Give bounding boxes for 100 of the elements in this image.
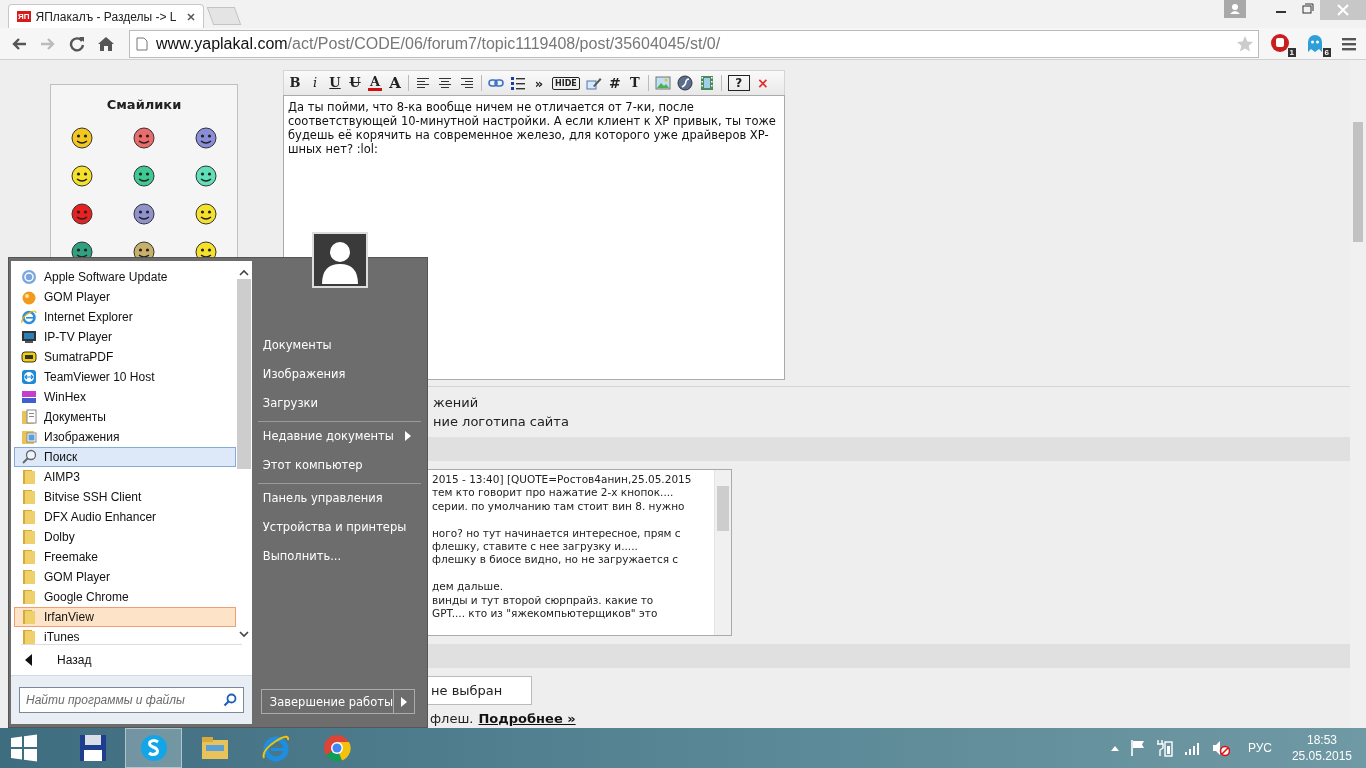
signal-icon[interactable] [1183,740,1202,756]
pdf-icon [21,349,37,365]
arrow-icon [401,696,407,707]
program-item[interactable]: IP-TV Player [14,327,236,347]
program-item[interactable]: Freemake [14,547,236,567]
upload-hint: флеш. [430,711,474,726]
address-bar[interactable]: www.yaplakal.com/act/Post/CODE/06/forum7/topic1119408/post/35604045/st/0/ [129,29,1259,58]
close-button[interactable]: × [755,75,770,91]
program-item[interactable]: TeamViewer 10 Host [14,367,236,387]
folder-icon [21,529,37,545]
image-icon[interactable] [654,75,671,91]
url-text: www.yaplakal.com/act/Post/CODE/06/forum7/topic1119408/post/35604045/st/0/ [156,34,722,53]
flash-icon[interactable] [676,75,693,91]
quote-line: тем кто говорит про нажатие 2-х кнопок.... [432,486,675,500]
smiley-icon[interactable] [70,164,94,188]
smiley-icon[interactable] [194,126,218,150]
pencil-icon[interactable] [585,75,602,91]
program-item[interactable]: Apple Software Update [14,267,236,287]
hide-button[interactable]: HIDE [552,76,580,90]
smiley-icon[interactable] [132,126,156,150]
star-icon[interactable] [1236,34,1254,53]
start-menu-link[interactable]: Недавние документы [257,421,421,450]
search-icon[interactable] [222,693,237,707]
quote-line: ного? но тут начинается интересное, прям с [432,526,682,540]
font-size-button[interactable]: A [388,75,402,91]
start-menu-link[interactable]: Загрузки [257,388,421,417]
program-item[interactable]: Изображения [14,427,236,447]
home-icon[interactable] [97,35,115,52]
scroll-thumb[interactable] [717,486,729,531]
align-right-icon[interactable] [459,75,475,91]
film-icon[interactable] [698,75,715,91]
close-icon[interactable] [187,12,195,21]
ball-icon [21,289,37,305]
reload-icon[interactable] [68,35,86,52]
program-item[interactable]: Dolby [14,527,236,547]
more-link[interactable]: Подробнее » [478,711,576,726]
chrome-logo-icon [321,733,352,763]
browser-tab[interactable]: ЯП ЯПлакалъ - Разделы -> L [8,4,204,28]
smiley-icon[interactable] [70,202,94,226]
picture-folder-icon [21,429,37,445]
quote-line: GPT.... кто из "яжекомпьютерщиков" это [432,607,659,621]
start-menu-link[interactable]: Устройства и принтеры [257,512,421,541]
windows-logo-icon[interactable] [10,734,38,762]
e-logo-icon [260,733,291,763]
search-icon [21,449,37,465]
program-item[interactable]: Google Chrome [14,587,236,607]
quote-line: флешку, ставите с нее загрузку и..... [432,540,639,554]
align-center-icon[interactable] [437,75,453,91]
program-item[interactable]: Internet Explorer [14,307,236,327]
smiley-icon[interactable] [132,202,156,226]
program-item[interactable]: Документы [14,407,236,427]
underline-button[interactable]: U [328,75,342,91]
search-field[interactable]: Найти программы и файлы [19,687,244,713]
bold-button[interactable]: B [288,75,302,91]
program-item[interactable]: GOM Player [14,567,236,587]
start-menu-link[interactable]: Этот компьютер [257,450,421,479]
start-menu-link[interactable]: Панель управления [257,483,421,512]
italic-button[interactable]: i [308,75,322,91]
user-avatar-icon[interactable] [312,232,368,288]
quote-button[interactable]: » [532,75,546,91]
program-item[interactable]: GOM Player [14,287,236,307]
show-hidden-icon[interactable] [1109,744,1120,752]
program-item[interactable]: SumatraPDF [14,347,236,367]
help-button[interactable]: ? [727,75,750,91]
quote-line: флешку в биосе видно, но не загружается с [432,553,680,567]
folder-icon [21,549,37,565]
back-arrow-icon [25,654,33,666]
text-color-button[interactable]: A [368,75,382,91]
menu-icon[interactable] [1340,35,1358,52]
folder-icon [21,569,37,585]
smiley-icon[interactable] [194,164,218,188]
tab-title: ЯПлакалъ - Разделы -> L [35,9,178,24]
font-button[interactable]: T [627,75,642,91]
program-item[interactable]: Bitvise SSH Client [14,487,236,507]
program-item[interactable]: DFX Audio Enhancer [14,507,236,527]
muted-speaker-icon[interactable] [1211,739,1230,757]
scroll-thumb[interactable] [236,279,251,469]
code-button[interactable]: # [607,75,622,91]
option-label: ние логотипа сайта [433,413,569,429]
smiley-icon[interactable] [132,164,156,188]
list-icon[interactable] [510,75,526,91]
hand-icon[interactable] [1270,32,1290,53]
smiley-icon[interactable] [194,202,218,226]
program-item[interactable]: iTunes [14,627,236,647]
strikethrough-button[interactable]: U [348,75,362,91]
back-icon[interactable] [10,35,28,52]
badge: 1 [1287,47,1296,57]
option-label: жений [433,394,479,410]
start-menu-link[interactable]: Выполнить... [257,541,421,570]
align-left-icon[interactable] [415,75,431,91]
program-item[interactable]: AIMP3 [14,467,236,487]
smiley-icon[interactable] [70,126,94,150]
program-item[interactable]: IrfanView [14,607,236,627]
ghost-icon[interactable] [1305,32,1325,53]
folder-icon [21,469,37,485]
flag-icon[interactable] [1129,739,1146,757]
battery-plug-icon[interactable] [1155,739,1174,757]
arrows-icon [21,369,37,385]
program-item[interactable]: Поиск [14,447,236,467]
program-item[interactable]: WinHex [14,387,236,407]
